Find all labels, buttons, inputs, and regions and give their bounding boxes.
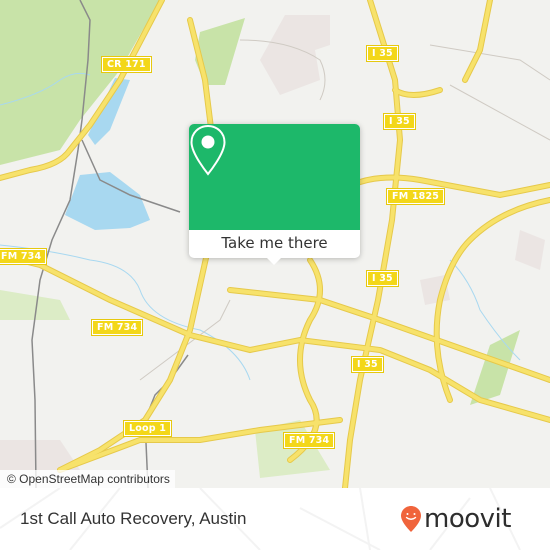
map-attribution[interactable]: © OpenStreetMap contributors	[0, 470, 175, 488]
place-name: 1st Call Auto Recovery, Austin	[20, 509, 247, 528]
road-label-i35: I 35	[351, 356, 384, 373]
road-label-fm-734: FM 734	[0, 248, 48, 265]
road-label-fm-1825: FM 1825	[385, 188, 446, 205]
take-me-there-button[interactable]: Take me there	[189, 230, 360, 258]
minor-road	[429, 44, 550, 81]
footer-bar: 1st Call Auto Recovery, Austin moovit	[0, 488, 550, 550]
urban-area	[260, 15, 330, 95]
location-popup: Take me there	[189, 124, 360, 265]
moovit-pin-icon	[401, 506, 421, 532]
road-label-cr-171: CR 171	[101, 56, 152, 73]
road-label-i35: I 35	[366, 45, 399, 62]
minor-road	[449, 84, 550, 141]
road-label-loop-1: Loop 1	[122, 420, 173, 437]
water-body	[65, 172, 150, 230]
map-pin-icon	[190, 124, 226, 176]
urban-area	[515, 230, 545, 270]
road-label-fm-734: FM 734	[282, 432, 336, 449]
moovit-logo[interactable]: moovit	[400, 502, 511, 536]
brand-name: moovit	[424, 504, 511, 534]
map-view[interactable]: CR 171 I 35 I 35 FM 1825 FM 734 FM 734 I…	[0, 0, 550, 488]
road-fm734	[0, 252, 550, 423]
popup-pointer	[266, 257, 282, 265]
road-label-i35: I 35	[383, 113, 416, 130]
road-label-fm-734: FM 734	[90, 319, 144, 336]
road-label-i35: I 35	[366, 270, 399, 287]
popup-header	[189, 124, 360, 230]
